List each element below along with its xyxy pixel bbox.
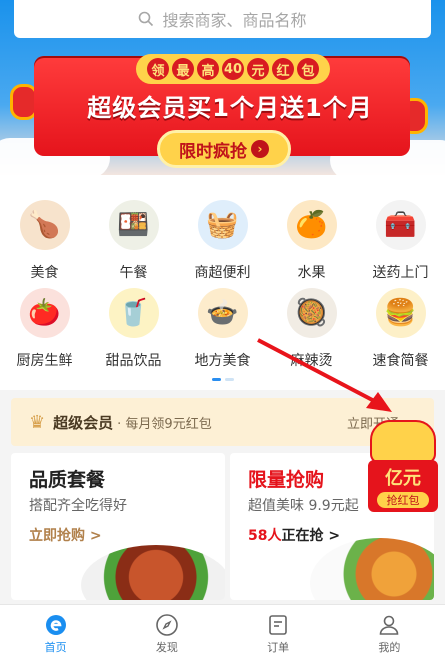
member-title: 超级会员 [53, 413, 114, 432]
pill-char: 领 [147, 58, 169, 80]
lunch-bowl-icon: 🍱 [108, 200, 159, 250]
nav-item-profile[interactable]: 我的 [334, 605, 445, 660]
card-subtitle: 超值美味 9.9元起 [248, 498, 359, 514]
category-label: 午餐 [119, 265, 148, 281]
card-action-link[interactable]: 立即抢购 > [29, 525, 102, 545]
member-subtitle: · 每月领9元红包 [117, 416, 212, 432]
lion-head-icon [370, 420, 436, 464]
red-packet-body: 亿元 抢红包 [368, 460, 438, 512]
roast-chicken-icon: 🍗 [19, 200, 70, 250]
card-title: 限量抢购 [248, 469, 325, 491]
category-item[interactable]: 🍲 地方美食 [178, 288, 267, 370]
orange-icon: 🍊 [286, 200, 337, 250]
pill-char: 40 [222, 58, 244, 80]
category-label: 厨房生鲜 [16, 353, 73, 369]
supermarket-basket-icon: 🧺 [197, 200, 248, 250]
drink-cup-icon: 🥤 [108, 288, 159, 338]
nav-item-discover[interactable]: 发现 [111, 605, 222, 660]
category-label: 送药上门 [372, 265, 429, 281]
category-item[interactable]: 🥤 甜品饮品 [89, 288, 178, 370]
order-list-icon [269, 615, 287, 635]
category-grid: 🍗 美食 🍱 午餐 🧺 商超便利 🍊 水果 🧰 送药上门 🍅 厨房生鲜 🥤 甜品… [0, 175, 445, 390]
pill-char: 最 [172, 58, 194, 80]
page-indicator [212, 378, 234, 381]
search-icon [139, 11, 154, 27]
spicy-hotpot-icon: 🥘 [286, 288, 337, 338]
nav-label: 我的 [378, 641, 401, 654]
category-label: 麻辣烫 [290, 353, 333, 369]
category-item[interactable]: 🍗 美食 [0, 200, 89, 282]
nav-item-orders[interactable]: 订单 [223, 605, 334, 660]
pill-char: 红 [272, 58, 294, 80]
spring-roll-dish-image [310, 538, 434, 600]
pill-char: 元 [247, 58, 269, 80]
home-e-icon [45, 615, 66, 635]
category-label: 美食 [30, 265, 59, 281]
card-title: 品质套餐 [29, 469, 106, 491]
category-item[interactable]: 🍱 午餐 [89, 200, 178, 282]
quality-meal-card[interactable]: 品质套餐 搭配齐全吃得好 立即抢购 > [11, 453, 225, 600]
nav-label: 订单 [267, 641, 290, 654]
category-label: 地方美食 [194, 353, 251, 369]
category-label: 水果 [297, 265, 326, 281]
skewer-dish-image [81, 545, 225, 600]
chevron-right-icon: › [251, 140, 269, 158]
red-packet-float-button[interactable]: 亿元 抢红包 [366, 420, 440, 515]
page-dot [225, 378, 234, 381]
pill-char: 包 [297, 58, 319, 80]
vegetables-icon: 🍅 [19, 288, 70, 338]
crown-icon: ♛ [29, 411, 46, 433]
category-item[interactable]: 🥘 麻辣烫 [267, 288, 356, 370]
pill-char: 高 [197, 58, 219, 80]
category-item[interactable]: 🧺 商超便利 [178, 200, 267, 282]
page-dot-active [212, 378, 221, 381]
user-icon [380, 615, 399, 635]
category-item[interactable]: 🍅 厨房生鲜 [0, 288, 89, 370]
red-packet-label: 抢红包 [377, 492, 429, 508]
search-bar[interactable]: 搜索商家、商品名称 [14, 0, 431, 38]
red-packet-amount: 亿元 [385, 468, 421, 489]
card-subtitle: 搭配齐全吃得好 [29, 498, 127, 514]
nav-item-home[interactable]: 首页 [0, 605, 111, 660]
nav-label: 首页 [44, 641, 67, 654]
promo-banner[interactable]: 领 最 高 40 元 红 包 超级会员买1个月送1个月 限时疯抢 › [0, 40, 445, 175]
category-item[interactable]: 🍊 水果 [267, 200, 356, 282]
category-item[interactable]: 🍔 速食简餐 [356, 288, 445, 370]
fast-food-icon: 🍔 [375, 288, 426, 338]
category-label: 甜品饮品 [105, 353, 162, 369]
buyer-count: 58人 [248, 528, 282, 544]
banner-cta-button[interactable]: 限时疯抢 › [157, 130, 291, 168]
card-action-link[interactable]: 58人正在抢 > [248, 525, 340, 545]
category-item[interactable]: 🧰 送药上门 [356, 200, 445, 282]
banner-headline: 超级会员买1个月送1个月 [87, 94, 373, 122]
category-label: 速食简餐 [372, 353, 429, 369]
medicine-box-icon: 🧰 [375, 200, 426, 250]
local-dish-icon: 🍲 [197, 288, 248, 338]
nav-label: 发现 [155, 641, 178, 654]
search-placeholder: 搜索商家、商品名称 [162, 11, 307, 30]
category-label: 商超便利 [194, 265, 251, 281]
compass-icon [156, 614, 178, 636]
card-action-label: 正在抢 > [281, 528, 341, 544]
banner-pill: 领 最 高 40 元 红 包 [136, 54, 330, 84]
bottom-nav: 首页 发现 订单 我的 [0, 604, 445, 660]
banner-cta-label: 限时疯抢 [179, 141, 247, 162]
